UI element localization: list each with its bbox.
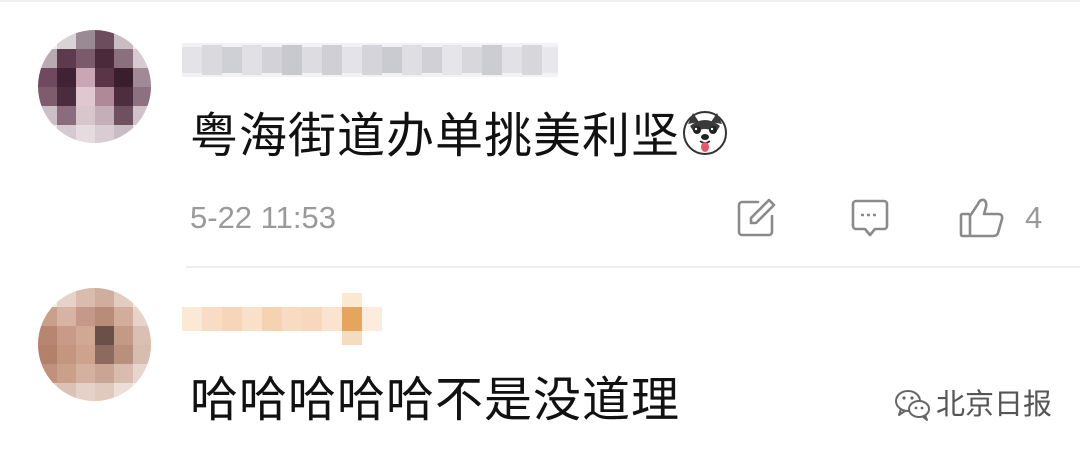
husky-dog-emoji-icon [682,110,728,156]
comment-timestamp: 5-22 11:53 [190,200,336,235]
avatar[interactable] [38,30,151,143]
thumbs-up-icon[interactable] [958,196,1004,240]
comment-bubble-icon[interactable] [848,196,892,240]
comment-text: 粤海街道办单挑美利坚 [190,108,728,164]
comment-text: 哈哈哈哈哈不是没道理 [190,372,681,428]
avatar[interactable] [38,288,151,401]
comment-item: 粤海街道办单挑美利坚 5-22 11:53 4 [0,0,1080,268]
watermark-text: 北京日报 [936,387,1053,421]
username-blurred[interactable] [182,293,382,345]
wechat-icon [892,384,932,424]
comment-text-content: 粤海街道办单挑美利坚 [190,108,681,164]
like-count: 4 [1025,200,1043,235]
share-edit-icon[interactable] [734,196,778,240]
watermark: 北京日报 [892,384,1052,424]
comment-list-screen: 粤海街道办单挑美利坚 5-22 11:53 4 哈哈哈哈哈不是没道理 北京日报 [0,0,1080,451]
username-blurred[interactable] [182,43,558,77]
